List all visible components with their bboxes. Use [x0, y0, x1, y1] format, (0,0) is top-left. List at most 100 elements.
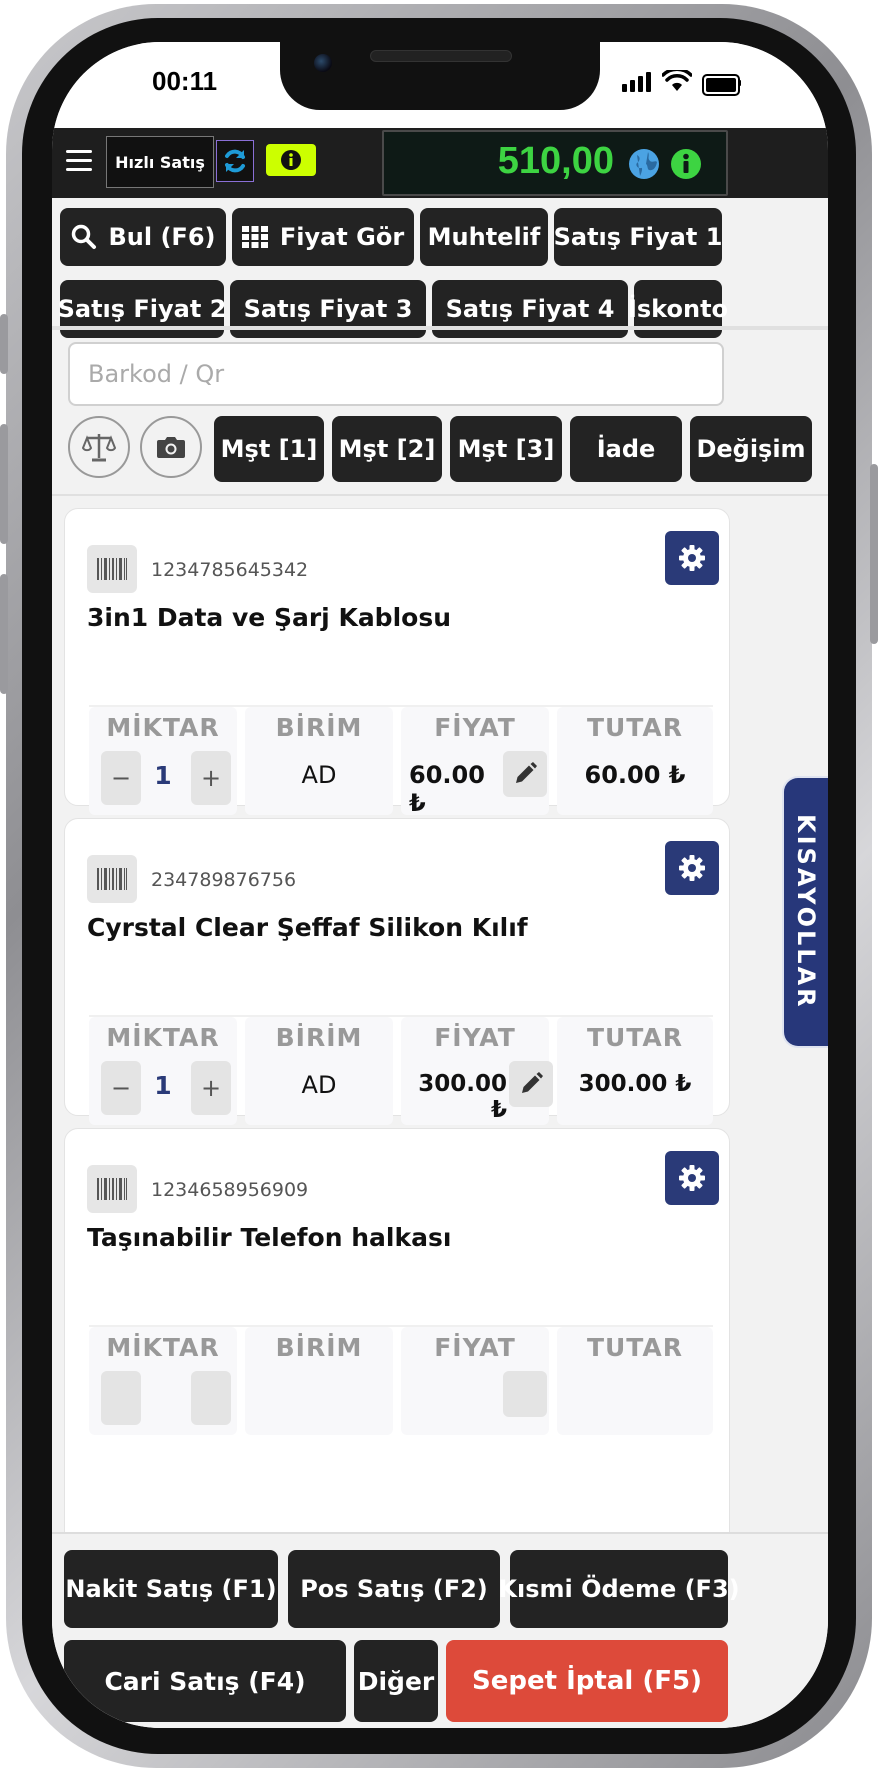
product-detail-row: MİKTAR − 1 + BİRİM AD FİYAT 300.00 ₺ TUT…	[89, 1015, 713, 1127]
scale-icon	[82, 434, 116, 462]
account-sale-button[interactable]: Cari Satış (F4)	[64, 1640, 346, 1722]
quantity-increase-button[interactable]	[191, 1371, 231, 1425]
product-name: Cyrstal Clear Şeffaf Silikon Kılıf	[87, 913, 528, 942]
quantity-increase-button[interactable]: +	[191, 751, 231, 805]
total-column: TUTAR	[557, 1327, 713, 1435]
find-button[interactable]: Bul (F6)	[60, 208, 226, 266]
info-button[interactable]	[266, 144, 316, 176]
battery-icon	[702, 74, 740, 96]
partial-payment-button[interactable]: Kısmi Ödeme (F3)	[498, 1550, 740, 1628]
cash-sale-button[interactable]: Nakit Satış (F1)	[64, 1550, 278, 1628]
total-column: TUTAR 60.00 ₺	[557, 707, 713, 815]
screen: 00:11 Hızlı Satış 510,00 Bul (F6) Fiyat …	[52, 42, 828, 1728]
unit-value: AD	[301, 761, 337, 789]
product-name: Taşınabilir Telefon halkası	[87, 1223, 452, 1252]
return-button[interactable]: İade	[570, 416, 682, 482]
quantity-column: MİKTAR − 1 +	[89, 1017, 237, 1125]
customer-2-button[interactable]: Mşt [2]	[332, 416, 442, 482]
status-time: 00:11	[152, 66, 218, 96]
quantity-header: MİKTAR	[106, 1333, 220, 1362]
total-column: TUTAR 300.00 ₺	[557, 1017, 713, 1125]
product-name: 3in1 Data ve Şarj Kablosu	[87, 603, 452, 632]
volume-down-button	[0, 574, 8, 694]
gear-icon	[679, 855, 705, 881]
camera-scan-button[interactable]	[140, 416, 202, 478]
unit-header: BİRİM	[275, 1023, 363, 1052]
cart-total-display: 510,00	[382, 130, 728, 196]
edit-price-button[interactable]	[509, 1061, 553, 1107]
product-detail-row: MİKTAR BİRİM FİYAT TUTAR	[89, 1325, 713, 1437]
product-barcode: 234789876756	[151, 869, 297, 891]
pencil-icon	[522, 1072, 543, 1093]
search-icon	[71, 224, 96, 249]
front-camera	[314, 54, 332, 72]
quantity-decrease-button[interactable]: −	[101, 1061, 141, 1115]
exchange-button[interactable]: Değişim	[690, 416, 812, 482]
product-card[interactable]: 234789876756 Cyrstal Clear Şeffaf Siliko…	[64, 818, 730, 1125]
notch	[280, 42, 600, 110]
barcode-icon	[97, 868, 127, 890]
globe-icon[interactable]	[628, 148, 660, 180]
customer-3-button[interactable]: Mşt [3]	[450, 416, 562, 482]
edit-price-button[interactable]	[503, 751, 547, 797]
unit-header: BİRİM	[275, 713, 363, 742]
barcode-thumbnail	[87, 855, 137, 903]
customer-row-divider	[52, 494, 828, 496]
shortcuts-label: KISAYOLLAR	[792, 814, 820, 1010]
product-settings-button[interactable]	[665, 1151, 719, 1205]
quantity-column: MİKTAR	[89, 1327, 237, 1435]
gear-icon	[679, 545, 705, 571]
cancel-cart-button[interactable]: Sepet İptal (F5)	[446, 1640, 728, 1722]
price-value: 60.00 ₺	[409, 761, 485, 817]
product-barcode: 1234785645342	[151, 559, 309, 581]
refresh-icon	[225, 149, 245, 173]
product-card[interactable]: 1234658956909 Taşınabilir Telefon halkas…	[64, 1128, 730, 1550]
refresh-button[interactable]	[216, 140, 254, 182]
shortcuts-tab[interactable]: KISAYOLLAR	[782, 776, 828, 1048]
other-button[interactable]: Diğer	[354, 1640, 438, 1722]
gear-icon	[679, 1165, 705, 1191]
quantity-decrease-button[interactable]: −	[101, 751, 141, 805]
volume-up-button	[0, 424, 8, 544]
scale-button[interactable]	[68, 416, 130, 478]
menu-icon[interactable]	[66, 148, 92, 174]
quantity-value: 1	[154, 1071, 172, 1100]
quantity-increase-button[interactable]: +	[191, 1061, 231, 1115]
view-price-button[interactable]: Fiyat Gör	[232, 208, 414, 266]
price-header: FİYAT	[434, 713, 516, 742]
payment-actions-bar: Nakit Satış (F1) Pos Satış (F2) Kısmi Öd…	[52, 1532, 828, 1728]
price-column: FİYAT	[401, 1327, 549, 1435]
barcode-icon	[97, 558, 127, 580]
barcode-input[interactable]	[68, 342, 724, 406]
edit-price-button[interactable]	[503, 1371, 547, 1417]
barcode-icon	[97, 1178, 127, 1200]
quick-sale-button[interactable]: Hızlı Satış	[106, 136, 214, 188]
barcode-thumbnail	[87, 545, 137, 593]
info-icon	[281, 150, 301, 170]
customer-1-button[interactable]: Mşt [1]	[214, 416, 324, 482]
mute-switch	[0, 314, 8, 374]
price-header: FİYAT	[434, 1023, 516, 1052]
unit-column: BİRİM	[245, 1327, 393, 1435]
unit-column: BİRİM AD	[245, 707, 393, 815]
miscellaneous-button[interactable]: Muhtelif	[420, 208, 548, 266]
product-settings-button[interactable]	[665, 841, 719, 895]
quantity-header: MİKTAR	[106, 713, 220, 742]
pos-sale-button[interactable]: Pos Satış (F2)	[288, 1550, 500, 1628]
product-card[interactable]: 1234785645342 3in1 Data ve Şarj Kablosu …	[64, 508, 730, 817]
barcode-thumbnail	[87, 1165, 137, 1213]
pencil-icon	[516, 762, 537, 783]
view-price-button-label: Fiyat Gör	[279, 223, 405, 251]
total-header: TUTAR	[586, 1023, 684, 1052]
status-icons	[622, 70, 762, 96]
price-value: 300.00 ₺	[418, 1071, 507, 1123]
quantity-header: MİKTAR	[106, 1023, 220, 1052]
total-header: TUTAR	[586, 713, 684, 742]
quantity-decrease-button[interactable]	[101, 1371, 141, 1425]
sale-price-1-button[interactable]: Satış Fiyat 1	[554, 208, 722, 266]
power-button	[870, 464, 878, 644]
product-settings-button[interactable]	[665, 531, 719, 585]
wifi-icon	[662, 70, 692, 91]
total-value: 300.00 ₺	[578, 1071, 692, 1097]
total-info-icon[interactable]	[670, 148, 702, 180]
